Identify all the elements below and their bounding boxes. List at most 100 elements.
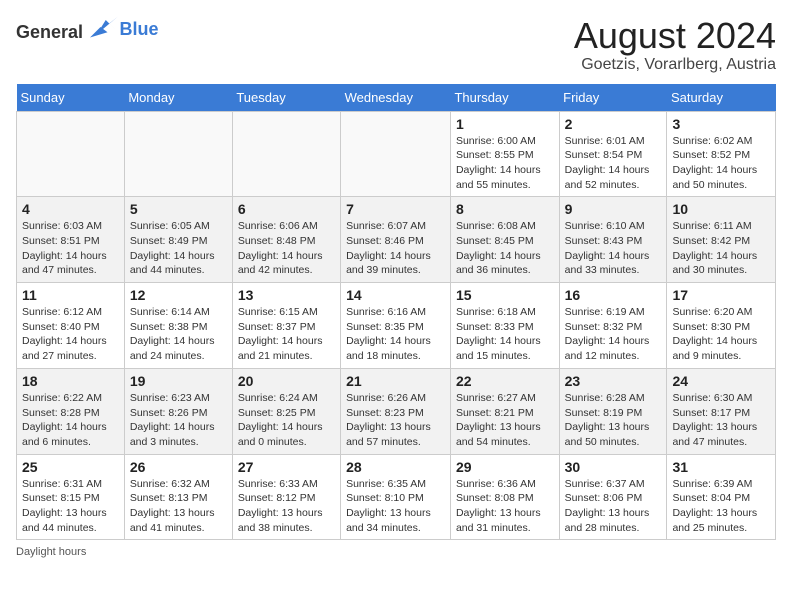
calendar-day-header: Monday [124, 84, 232, 112]
logo: General Blue [16, 16, 159, 43]
calendar-week-row: 1Sunrise: 6:00 AMSunset: 8:55 PMDaylight… [17, 111, 776, 197]
calendar-cell: 25 Sunrise: 6:31 AMSunset: 8:15 PMDayligh… [17, 454, 125, 540]
day-number: 19 [130, 373, 227, 389]
day-info: Sunrise: 6:11 AMSunset: 8:42 PMDaylight:… [672, 219, 770, 278]
day-info: Sunrise: 6:20 AMSunset: 8:30 PMDaylight:… [672, 305, 770, 364]
calendar-table: SundayMondayTuesdayWednesdayThursdayFrid… [16, 84, 776, 541]
logo-text-general: General [16, 22, 83, 42]
day-number: 12 [130, 287, 227, 303]
day-number: 20 [238, 373, 335, 389]
day-number: 3 [672, 116, 770, 132]
day-number: 14 [346, 287, 445, 303]
calendar-week-row: 4 Sunrise: 6:03 AMSunset: 8:51 PMDaylight… [17, 197, 776, 283]
calendar-cell: 8 Sunrise: 6:08 AMSunset: 8:45 PMDaylight… [450, 197, 559, 283]
day-number: 15 [456, 287, 554, 303]
calendar-cell: 20Sunrise: 6:24 AMSunset: 8:25 PMDayligh… [232, 368, 340, 454]
calendar-day-header: Sunday [17, 84, 125, 112]
calendar-day-header: Wednesday [341, 84, 451, 112]
month-title: August 2024 [574, 16, 776, 56]
day-info: Sunrise: 6:08 AMSunset: 8:45 PMDaylight:… [456, 219, 554, 278]
day-info: Sunrise: 6:30 AMSunset: 8:17 PMDaylight:… [672, 391, 770, 450]
day-number: 13 [238, 287, 335, 303]
calendar-cell: 5 Sunrise: 6:05 AMSunset: 8:49 PMDaylight… [124, 197, 232, 283]
day-number: 9 [565, 201, 662, 217]
day-number: 25 [22, 459, 119, 475]
calendar-cell: 15 Sunrise: 6:18 AMSunset: 8:33 PMDayligh… [450, 283, 559, 369]
day-number: 22 [456, 373, 554, 389]
calendar-cell: 3 Sunrise: 6:02 AMSunset: 8:52 PMDaylight… [667, 111, 776, 197]
calendar-cell [124, 111, 232, 197]
calendar-cell [17, 111, 125, 197]
calendar-cell: 16Sunrise: 6:19 AMSunset: 8:32 PMDayligh… [559, 283, 667, 369]
day-info: Sunrise: 6:12 AMSunset: 8:40 PMDaylight:… [22, 305, 119, 364]
day-number: 10 [672, 201, 770, 217]
calendar-cell: 27Sunrise: 6:33 AMSunset: 8:12 PMDayligh… [232, 454, 340, 540]
day-number: 5 [130, 201, 227, 217]
calendar-week-row: 25 Sunrise: 6:31 AMSunset: 8:15 PMDayligh… [17, 454, 776, 540]
calendar-day-header: Saturday [667, 84, 776, 112]
calendar-cell: 28 Sunrise: 6:35 AMSunset: 8:10 PMDayligh… [341, 454, 451, 540]
calendar-cell: 11Sunrise: 6:12 AMSunset: 8:40 PMDayligh… [17, 283, 125, 369]
day-number: 7 [346, 201, 445, 217]
day-info: Sunrise: 6:14 AMSunset: 8:38 PMDaylight:… [130, 305, 227, 364]
calendar-week-row: 11Sunrise: 6:12 AMSunset: 8:40 PMDayligh… [17, 283, 776, 369]
day-info: Sunrise: 6:35 AMSunset: 8:10 PMDaylight:… [346, 477, 445, 536]
day-info: Sunrise: 6:31 AMSunset: 8:15 PMDaylight:… [22, 477, 119, 536]
day-info: Sunrise: 6:39 AMSunset: 8:04 PMDaylight:… [672, 477, 770, 536]
day-number: 4 [22, 201, 119, 217]
day-number: 21 [346, 373, 445, 389]
calendar-cell: 1Sunrise: 6:00 AMSunset: 8:55 PMDaylight… [450, 111, 559, 197]
day-number: 18 [22, 373, 119, 389]
day-info: Sunrise: 6:10 AMSunset: 8:43 PMDaylight:… [565, 219, 662, 278]
day-number: 8 [456, 201, 554, 217]
logo-bird-icon [90, 16, 118, 38]
calendar-cell: 14 Sunrise: 6:16 AMSunset: 8:35 PMDayligh… [341, 283, 451, 369]
day-number: 27 [238, 459, 335, 475]
day-info: Sunrise: 6:36 AMSunset: 8:08 PMDaylight:… [456, 477, 554, 536]
day-info: Sunrise: 6:23 AMSunset: 8:26 PMDaylight:… [130, 391, 227, 450]
page-header: General Blue August 2024 Goetzis, Vorarl… [16, 16, 776, 74]
day-info: Sunrise: 6:15 AMSunset: 8:37 PMDaylight:… [238, 305, 335, 364]
footer-note: Daylight hours [16, 546, 776, 558]
day-info: Sunrise: 6:16 AMSunset: 8:35 PMDaylight:… [346, 305, 445, 364]
day-info: Sunrise: 6:26 AMSunset: 8:23 PMDaylight:… [346, 391, 445, 450]
location-title: Goetzis, Vorarlberg, Austria [574, 56, 776, 74]
calendar-cell [232, 111, 340, 197]
day-number: 31 [672, 459, 770, 475]
calendar-cell: 24 Sunrise: 6:30 AMSunset: 8:17 PMDayligh… [667, 368, 776, 454]
day-number: 24 [672, 373, 770, 389]
calendar-cell: 30 Sunrise: 6:37 AMSunset: 8:06 PMDayligh… [559, 454, 667, 540]
day-number: 26 [130, 459, 227, 475]
calendar-cell: 6Sunrise: 6:06 AMSunset: 8:48 PMDaylight… [232, 197, 340, 283]
day-info: Sunrise: 6:18 AMSunset: 8:33 PMDaylight:… [456, 305, 554, 364]
day-info: Sunrise: 6:00 AMSunset: 8:55 PMDaylight:… [456, 134, 554, 193]
logo-text-blue: Blue [120, 19, 159, 39]
day-info: Sunrise: 6:02 AMSunset: 8:52 PMDaylight:… [672, 134, 770, 193]
calendar-day-header: Thursday [450, 84, 559, 112]
calendar-cell: 23Sunrise: 6:28 AMSunset: 8:19 PMDayligh… [559, 368, 667, 454]
calendar-cell: 10 Sunrise: 6:11 AMSunset: 8:42 PMDayligh… [667, 197, 776, 283]
calendar-cell: 9 Sunrise: 6:10 AMSunset: 8:43 PMDaylight… [559, 197, 667, 283]
day-info: Sunrise: 6:37 AMSunset: 8:06 PMDaylight:… [565, 477, 662, 536]
day-number: 28 [346, 459, 445, 475]
day-info: Sunrise: 6:28 AMSunset: 8:19 PMDaylight:… [565, 391, 662, 450]
day-info: Sunrise: 6:06 AMSunset: 8:48 PMDaylight:… [238, 219, 335, 278]
calendar-day-header: Friday [559, 84, 667, 112]
calendar-cell: 4 Sunrise: 6:03 AMSunset: 8:51 PMDaylight… [17, 197, 125, 283]
calendar-cell: 22 Sunrise: 6:27 AMSunset: 8:21 PMDayligh… [450, 368, 559, 454]
title-section: August 2024 Goetzis, Vorarlberg, Austria [574, 16, 776, 74]
day-info: Sunrise: 6:03 AMSunset: 8:51 PMDaylight:… [22, 219, 119, 278]
day-info: Sunrise: 6:27 AMSunset: 8:21 PMDaylight:… [456, 391, 554, 450]
calendar-cell: 12 Sunrise: 6:14 AMSunset: 8:38 PMDayligh… [124, 283, 232, 369]
day-info: Sunrise: 6:05 AMSunset: 8:49 PMDaylight:… [130, 219, 227, 278]
calendar-cell: 29Sunrise: 6:36 AMSunset: 8:08 PMDayligh… [450, 454, 559, 540]
calendar-cell: 31 Sunrise: 6:39 AMSunset: 8:04 PMDayligh… [667, 454, 776, 540]
calendar-day-header: Tuesday [232, 84, 340, 112]
day-number: 30 [565, 459, 662, 475]
day-number: 16 [565, 287, 662, 303]
day-info: Sunrise: 6:22 AMSunset: 8:28 PMDaylight:… [22, 391, 119, 450]
daylight-label: Daylight hours [16, 546, 86, 558]
calendar-cell: 2Sunrise: 6:01 AMSunset: 8:54 PMDaylight… [559, 111, 667, 197]
day-info: Sunrise: 6:32 AMSunset: 8:13 PMDaylight:… [130, 477, 227, 536]
calendar-cell [341, 111, 451, 197]
